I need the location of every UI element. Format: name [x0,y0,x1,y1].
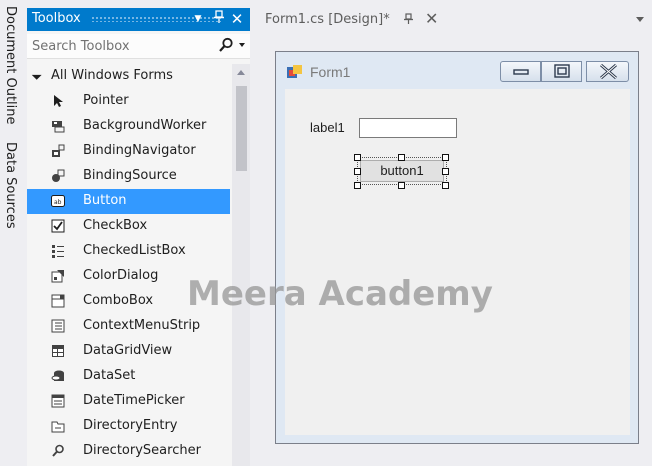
close-tab-icon[interactable]: ✕ [425,9,438,28]
toolbox-search [27,34,250,59]
toolbox-panel: Toolbox ▼ ✕ All Windows Forms Pointer Ba… [27,8,250,466]
toolbox-item-label: Button [83,193,127,208]
maximize-button[interactable] [541,61,582,82]
label1[interactable]: label1 [310,120,345,135]
toolbox-item-label: DataGridView [83,343,173,358]
toolbox-item-label: CheckBox [83,218,148,233]
resize-handle-nw[interactable] [354,154,361,161]
form-client-area[interactable]: label1 button1 [285,89,630,435]
directory-searcher-icon [51,444,65,458]
resize-handle-s[interactable] [398,182,405,189]
pin-icon[interactable] [211,10,227,28]
toolbox-item-label: DataSet [83,368,136,383]
button-icon: ab [51,194,65,208]
toolbox-item-contextmenustrip[interactable]: ContextMenuStrip [27,314,230,339]
resize-handle-ne[interactable] [442,154,449,161]
toolbox-item-bindingnavigator[interactable]: BindingNavigator [27,139,230,164]
document-outline-tab[interactable]: Document Outline [3,6,18,125]
form1-window[interactable]: Form1 label1 button1 [275,51,639,444]
search-input[interactable] [27,34,214,58]
form-app-icon [287,65,303,79]
toolbox-item-label: CheckedListBox [83,243,186,258]
toolbox-list: All Windows Forms Pointer BackgroundWork… [27,64,232,466]
toolbox-item-label: ContextMenuStrip [83,318,201,333]
toolbox-item-bindingsource[interactable]: BindingSource [27,164,230,189]
group-all-windows-forms[interactable]: All Windows Forms [27,64,232,89]
minimize-button[interactable] [500,61,541,82]
data-grid-view-icon [51,344,65,358]
toolbox-title: Toolbox [32,11,81,26]
toolbox-title-bar[interactable]: Toolbox ▼ ✕ [27,8,250,31]
watermark: Meera Academy [187,274,493,314]
toolbox-item-label: ComboBox [83,293,154,308]
toolbox-item-label: DateTimePicker [83,393,185,408]
group-label: All Windows Forms [51,68,173,83]
toolbox-item-label: BackgroundWorker [83,118,207,133]
resize-handle-e[interactable] [442,168,449,175]
toolbox-item-label: Pointer [83,93,129,108]
toolbox-item-button[interactable]: ab Button [27,189,230,214]
textbox1[interactable] [359,118,457,138]
search-icon[interactable] [218,37,234,53]
toolbox-item-datetimepicker[interactable]: DateTimePicker [27,389,230,414]
toolbox-item-label: ColorDialog [83,268,159,283]
search-options-dropdown-icon[interactable] [239,43,245,47]
toolbox-item-checkbox[interactable]: CheckBox [27,214,230,239]
dataset-icon [51,369,65,383]
tab-list-dropdown-icon[interactable] [636,17,644,22]
scroll-up-icon[interactable] [237,70,245,75]
color-dialog-icon [51,269,65,283]
pin-tab-icon[interactable] [403,13,413,28]
resize-handle-se[interactable] [442,182,449,189]
data-sources-tab[interactable]: Data Sources [3,142,18,229]
toolbox-item-backgroundworker[interactable]: BackgroundWorker [27,114,230,139]
toolbox-item-label: BindingNavigator [83,143,196,158]
checkbox-icon [51,219,65,233]
toolbox-item-dataset[interactable]: DataSet [27,364,230,389]
toolbox-item-label: DirectorySearcher [83,443,201,458]
tab-form1-design[interactable]: Form1.cs [Design]* ✕ [258,8,446,33]
close-window-button[interactable] [586,61,629,82]
window-position-dropdown-icon[interactable]: ▼ [190,10,206,28]
context-menu-strip-icon [51,319,65,333]
selected-button1[interactable]: button1 [354,154,449,189]
combo-box-icon [51,294,65,308]
toolbox-item-directoryentry[interactable]: DirectoryEntry [27,414,230,439]
date-time-picker-icon [51,394,65,408]
binding-navigator-icon [51,144,65,158]
panel-splitter[interactable] [250,0,258,466]
button1[interactable]: button1 [360,160,444,182]
resize-handle-w[interactable] [354,168,361,175]
toolbox-scrollbar[interactable] [232,64,250,466]
close-icon[interactable]: ✕ [229,10,245,28]
toolbox-item-directorysearcher[interactable]: DirectorySearcher [27,439,230,464]
toolbox-item-label: DirectoryEntry [83,418,178,433]
svg-text:ab: ab [54,199,62,206]
toolbox-item-checkedlistbox[interactable]: CheckedListBox [27,239,230,264]
form-title: Form1 [310,64,351,80]
background-worker-icon [51,119,65,133]
directory-entry-icon [51,419,65,433]
checked-list-box-icon [51,244,65,258]
resize-handle-sw[interactable] [354,182,361,189]
resize-handle-n[interactable] [398,154,405,161]
side-tab-strip: Document Outline Data Sources [0,0,26,466]
scroll-thumb[interactable] [236,86,247,171]
pointer-icon [51,94,65,108]
tab-title: Form1.cs [Design]* [265,12,390,27]
toolbox-item-label: BindingSource [83,168,177,183]
toolbox-item-pointer[interactable]: Pointer [27,89,230,114]
toolbox-item-datagridview[interactable]: DataGridView [27,339,230,364]
binding-source-icon [51,169,65,183]
